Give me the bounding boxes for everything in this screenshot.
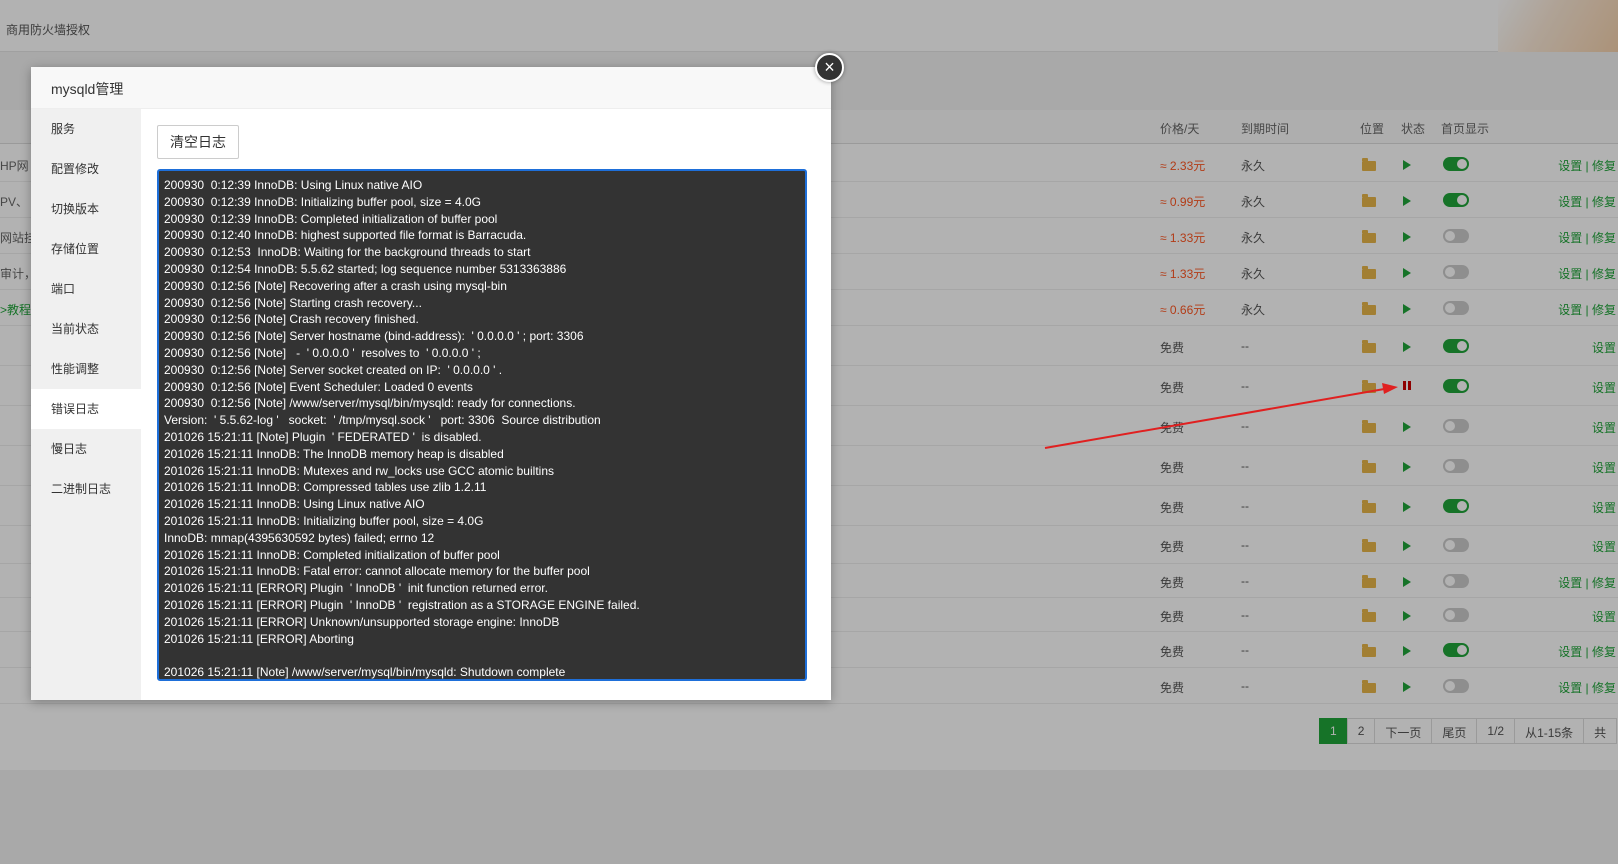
modal-title: mysqld管理 — [31, 67, 831, 109]
log-line: 201026 15:21:11 [ERROR] Plugin ' InnoDB … — [164, 597, 640, 612]
log-line: 200930 0:12:39 InnoDB: Initializing buff… — [164, 194, 481, 209]
modal-sidebar: 服务 配置修改 切换版本 存储位置 端口 当前状态 性能调整 错误日志 慢日志 二进制日志 — [31, 109, 141, 700]
sidebar-item[interactable]: 错误日志 — [31, 389, 141, 429]
sidebar-item[interactable]: 性能调整 — [31, 349, 141, 389]
sidebar-item[interactable]: 配置修改 — [31, 149, 141, 189]
log-line: 201026 15:21:11 [Note] /www/server/mysql… — [164, 665, 566, 680]
sidebar-item[interactable]: 端口 — [31, 269, 141, 309]
log-line: 201026 15:21:11 [ERROR] Plugin ' InnoDB … — [164, 581, 548, 596]
close-icon[interactable]: × — [815, 53, 844, 82]
log-line: 201026 15:21:11 InnoDB: Initializing buf… — [164, 513, 484, 528]
sidebar-item[interactable]: 慢日志 — [31, 429, 141, 469]
log-line: 201026 15:21:11 [ERROR] Aborting — [164, 631, 354, 646]
log-line: 201026 15:21:11 [Note] Plugin ' FEDERATE… — [164, 429, 482, 444]
log-line: 200930 0:12:40 InnoDB: highest supported… — [164, 228, 527, 243]
log-line: 200930 0:12:56 [Note] Recovering after a… — [164, 278, 507, 293]
sidebar-item[interactable]: 存储位置 — [31, 229, 141, 269]
log-line: 200930 0:12:53 InnoDB: Waiting for the b… — [164, 245, 531, 260]
log-line: 200930 0:12:54 InnoDB: 5.5.62 started; l… — [164, 261, 567, 276]
sidebar-item[interactable]: 切换版本 — [31, 189, 141, 229]
log-line: 201026 15:21:11 [ERROR] Unknown/unsuppor… — [164, 614, 560, 629]
log-line: Version: ' 5.5.62-log ' socket: ' /tmp/m… — [164, 413, 601, 428]
log-line: 200930 0:12:56 [Note] Crash recovery fin… — [164, 312, 419, 327]
log-line: 200930 0:12:56 [Note] Server socket crea… — [164, 362, 503, 377]
log-line: 201026 15:21:11 InnoDB: The InnoDB memor… — [164, 446, 504, 461]
log-line: 200930 0:12:56 [Note] Event Scheduler: L… — [164, 379, 473, 394]
log-line: InnoDB: mmap(4395630592 bytes) failed; e… — [164, 530, 435, 545]
log-line: 201026 15:21:11 InnoDB: Completed initia… — [164, 547, 500, 562]
modal-body: 清空日志 200930 0:12:39 InnoDB: Using Linux … — [141, 109, 831, 700]
log-line: 200930 0:12:56 [Note] - ' 0.0.0.0 ' reso… — [164, 345, 481, 360]
log-line: 200930 0:12:39 InnoDB: Completed initial… — [164, 211, 498, 226]
sidebar-item[interactable]: 服务 — [31, 109, 141, 149]
log-line: 201026 15:21:11 InnoDB: Fatal error: can… — [164, 564, 590, 579]
log-line: 201026 15:21:11 InnoDB: Using Linux nati… — [164, 497, 425, 512]
error-log-textarea[interactable]: 200930 0:12:39 InnoDB: Using Linux nativ… — [157, 169, 807, 681]
log-line: 201026 15:21:11 InnoDB: Compressed table… — [164, 480, 487, 495]
sidebar-item[interactable]: 当前状态 — [31, 309, 141, 349]
log-line: 200930 0:12:56 [Note] /www/server/mysql/… — [164, 396, 576, 411]
log-line: 200930 0:12:56 [Note] Server hostname (b… — [164, 329, 584, 344]
sidebar-item[interactable]: 二进制日志 — [31, 469, 141, 509]
log-line: 201026 15:21:11 InnoDB: Mutexes and rw_l… — [164, 463, 554, 478]
log-line: 200930 0:12:39 InnoDB: Using Linux nativ… — [164, 178, 423, 192]
mysqld-modal: mysqld管理 × 服务 配置修改 切换版本 存储位置 端口 当前状态 性能调整 错误日志慢… — [31, 53, 844, 700]
log-line: 200930 0:12:56 [Note] Starting crash rec… — [164, 295, 422, 310]
clear-log-button[interactable]: 清空日志 — [157, 125, 239, 159]
